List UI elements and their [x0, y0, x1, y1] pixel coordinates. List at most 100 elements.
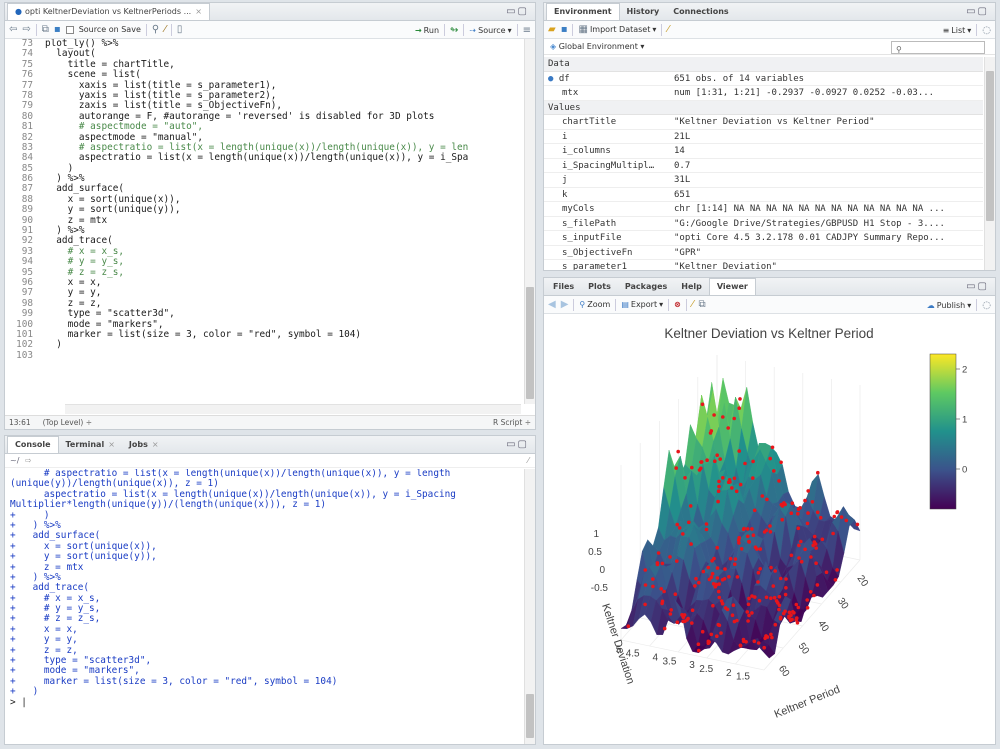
scatter-point	[747, 613, 751, 618]
export-button[interactable]: ▤ Export ▾	[621, 300, 663, 309]
editor-scrollbar[interactable]	[524, 39, 535, 404]
env-scrollbar[interactable]	[984, 57, 995, 270]
code-text: z = z,	[45, 297, 102, 309]
tab-plots[interactable]: Plots	[581, 278, 618, 295]
console-output[interactable]: # aspectratio = list(x = length(unique(x…	[10, 469, 521, 742]
env-row[interactable]: s_inputFile "opti Core 4.5 3.2.178 0.01 C…	[544, 231, 983, 246]
window-controls[interactable]: ▭▢	[966, 281, 989, 292]
scatter-point	[820, 537, 825, 542]
broom-icon[interactable]: ⁄	[692, 299, 694, 310]
console-scrollbar[interactable]	[524, 469, 535, 744]
env-var-name: chartTitle	[544, 115, 670, 129]
tab-history[interactable]: History	[620, 3, 667, 20]
env-row[interactable]: i_SpacingMultipl… 0.7	[544, 159, 983, 173]
tab-terminal[interactable]: Terminal ×	[59, 436, 122, 453]
env-row[interactable]: j 31L	[544, 173, 983, 188]
tab-files[interactable]: Files	[546, 278, 581, 295]
forward-arrow-icon[interactable]: ⇨	[22, 24, 30, 35]
tab-environment[interactable]: Environment	[546, 3, 620, 20]
env-var-value: 14	[674, 146, 685, 156]
zoom-button[interactable]: ⚲ Zoom	[579, 300, 610, 309]
import-dataset-button[interactable]: ▦ Import Dataset ▾	[578, 24, 656, 35]
window-controls[interactable]: ▭▢	[966, 6, 989, 17]
broom-icon[interactable]: ⁄	[667, 24, 669, 35]
rerun-icon[interactable]: ↬	[450, 25, 458, 36]
global-env-selector[interactable]: ◈ Global Environment ▾	[550, 42, 644, 51]
save-icon[interactable]: ▪	[561, 24, 568, 35]
scatter-point	[751, 476, 755, 480]
env-row[interactable]: i_columns 14	[544, 144, 983, 159]
env-row[interactable]: s_ObjectiveFn "GPR"	[544, 246, 983, 260]
source-button[interactable]: ⇢ Source ▾	[469, 26, 511, 35]
compile-report-icon[interactable]: ▯	[177, 24, 183, 35]
file-type-selector[interactable]: R Script ÷	[493, 418, 531, 427]
tab-help[interactable]: Help	[674, 278, 709, 295]
clear-console-icon[interactable]: ⁄	[528, 454, 529, 468]
back-arrow-icon[interactable]: ◀	[548, 299, 556, 310]
env-list: Data ● df 651 obs. of 14 variables mtx num …	[544, 57, 983, 270]
env-row[interactable]: k 651	[544, 188, 983, 202]
console-line: + y = sort(unique(y)),	[10, 551, 157, 563]
save-icon[interactable]: ▪	[54, 24, 61, 35]
scatter-point	[660, 561, 665, 566]
scatter-point	[697, 580, 701, 585]
scatter-point	[728, 556, 733, 561]
window-controls[interactable]: ▭▢	[506, 439, 529, 450]
back-arrow-icon[interactable]: ⇦	[9, 24, 17, 35]
scrollbar-thumb[interactable]	[526, 694, 534, 738]
window-controls[interactable]: ▭▢	[506, 6, 529, 17]
close-icon[interactable]: ×	[108, 437, 115, 453]
env-row[interactable]: s_parameter1 "Keltner Deviation"	[544, 260, 983, 270]
magic-wand-icon[interactable]: ⁄	[164, 24, 166, 35]
env-row[interactable]: i 21L	[544, 130, 983, 144]
scrollbar-thumb[interactable]	[526, 287, 534, 399]
plotly-3d-chart[interactable]: Keltner Deviation vs Keltner Period 1.5 2…	[544, 315, 995, 745]
search-icon[interactable]: ⚲	[152, 24, 159, 35]
code-editor[interactable]: 73 plot_ly() %>% 74 layout(75 title = char…	[5, 39, 523, 404]
publish-button[interactable]: ☁ Publish ▾	[927, 301, 972, 310]
env-row[interactable]: myCols chr [1:14] NA NA NA NA NA NA NA NA…	[544, 202, 983, 217]
env-row[interactable]: chartTitle "Keltner Deviation vs Keltner …	[544, 115, 983, 130]
goto-dir-icon[interactable]: ⇨	[25, 456, 32, 465]
outline-icon[interactable]: ≡	[523, 25, 531, 36]
code-line[interactable]: 101 marker = list(size = 3, color = "red…	[5, 329, 523, 340]
tab-connections[interactable]: Connections	[666, 3, 735, 20]
code-line[interactable]: 103	[5, 350, 523, 361]
remove-plot-icon[interactable]: ⊗	[674, 300, 681, 309]
scatter-point	[764, 634, 768, 638]
tab-packages[interactable]: Packages	[618, 278, 674, 295]
scope-selector[interactable]: (Top Level) ÷	[43, 418, 92, 427]
scatter-point	[747, 539, 751, 544]
tab-source-file[interactable]: ● opti KeltnerDeviation vs KeltnerPeriod…	[7, 3, 210, 20]
colorbar-tick-label: 2	[962, 365, 967, 376]
scrollbar-thumb[interactable]	[986, 71, 994, 221]
show-in-window-icon[interactable]: ⧉	[698, 299, 705, 310]
run-button[interactable]: → Run	[415, 26, 439, 35]
tab-viewer[interactable]: Viewer	[708, 278, 756, 295]
show-in-window-icon[interactable]: ⧉	[42, 24, 49, 35]
scatter-point	[643, 568, 648, 572]
expand-icon[interactable]: ●	[548, 74, 559, 84]
scatter-point	[797, 556, 801, 560]
env-row[interactable]: s_filePath "G:/Google Drive/Strategies/GB…	[544, 217, 983, 231]
env-search-input[interactable]: ⚲	[891, 41, 985, 54]
env-row[interactable]: ● df 651 obs. of 14 variables	[544, 72, 983, 86]
close-icon[interactable]: ×	[152, 437, 159, 453]
list-view-button[interactable]: ≡ List ▾	[943, 26, 972, 35]
tab-jobs[interactable]: Jobs ×	[122, 436, 166, 453]
forward-arrow-icon[interactable]: ▶	[561, 299, 569, 310]
close-icon[interactable]: ×	[195, 4, 202, 20]
open-folder-icon[interactable]: ▰	[548, 24, 556, 35]
source-on-save-checkbox[interactable]	[65, 25, 74, 34]
console-line: + y = y,	[10, 634, 78, 646]
editor-hscrollbar[interactable]	[65, 404, 521, 414]
code-text: mode = "markers",	[45, 318, 164, 330]
refresh-icon[interactable]: ◌	[982, 300, 991, 311]
code-line[interactable]: 102 )	[5, 339, 523, 350]
refresh-icon[interactable]: ◌	[982, 25, 991, 36]
tab-console[interactable]: Console	[7, 436, 59, 453]
code-line[interactable]: 84 aspectratio = list(x = length(unique(…	[5, 152, 523, 163]
z-tick-label: 0.5	[588, 547, 602, 558]
env-row[interactable]: mtx num [1:31, 1:21] -0.2937 -0.0927 0.02…	[544, 86, 983, 101]
env-var-value: 31L	[674, 175, 691, 185]
